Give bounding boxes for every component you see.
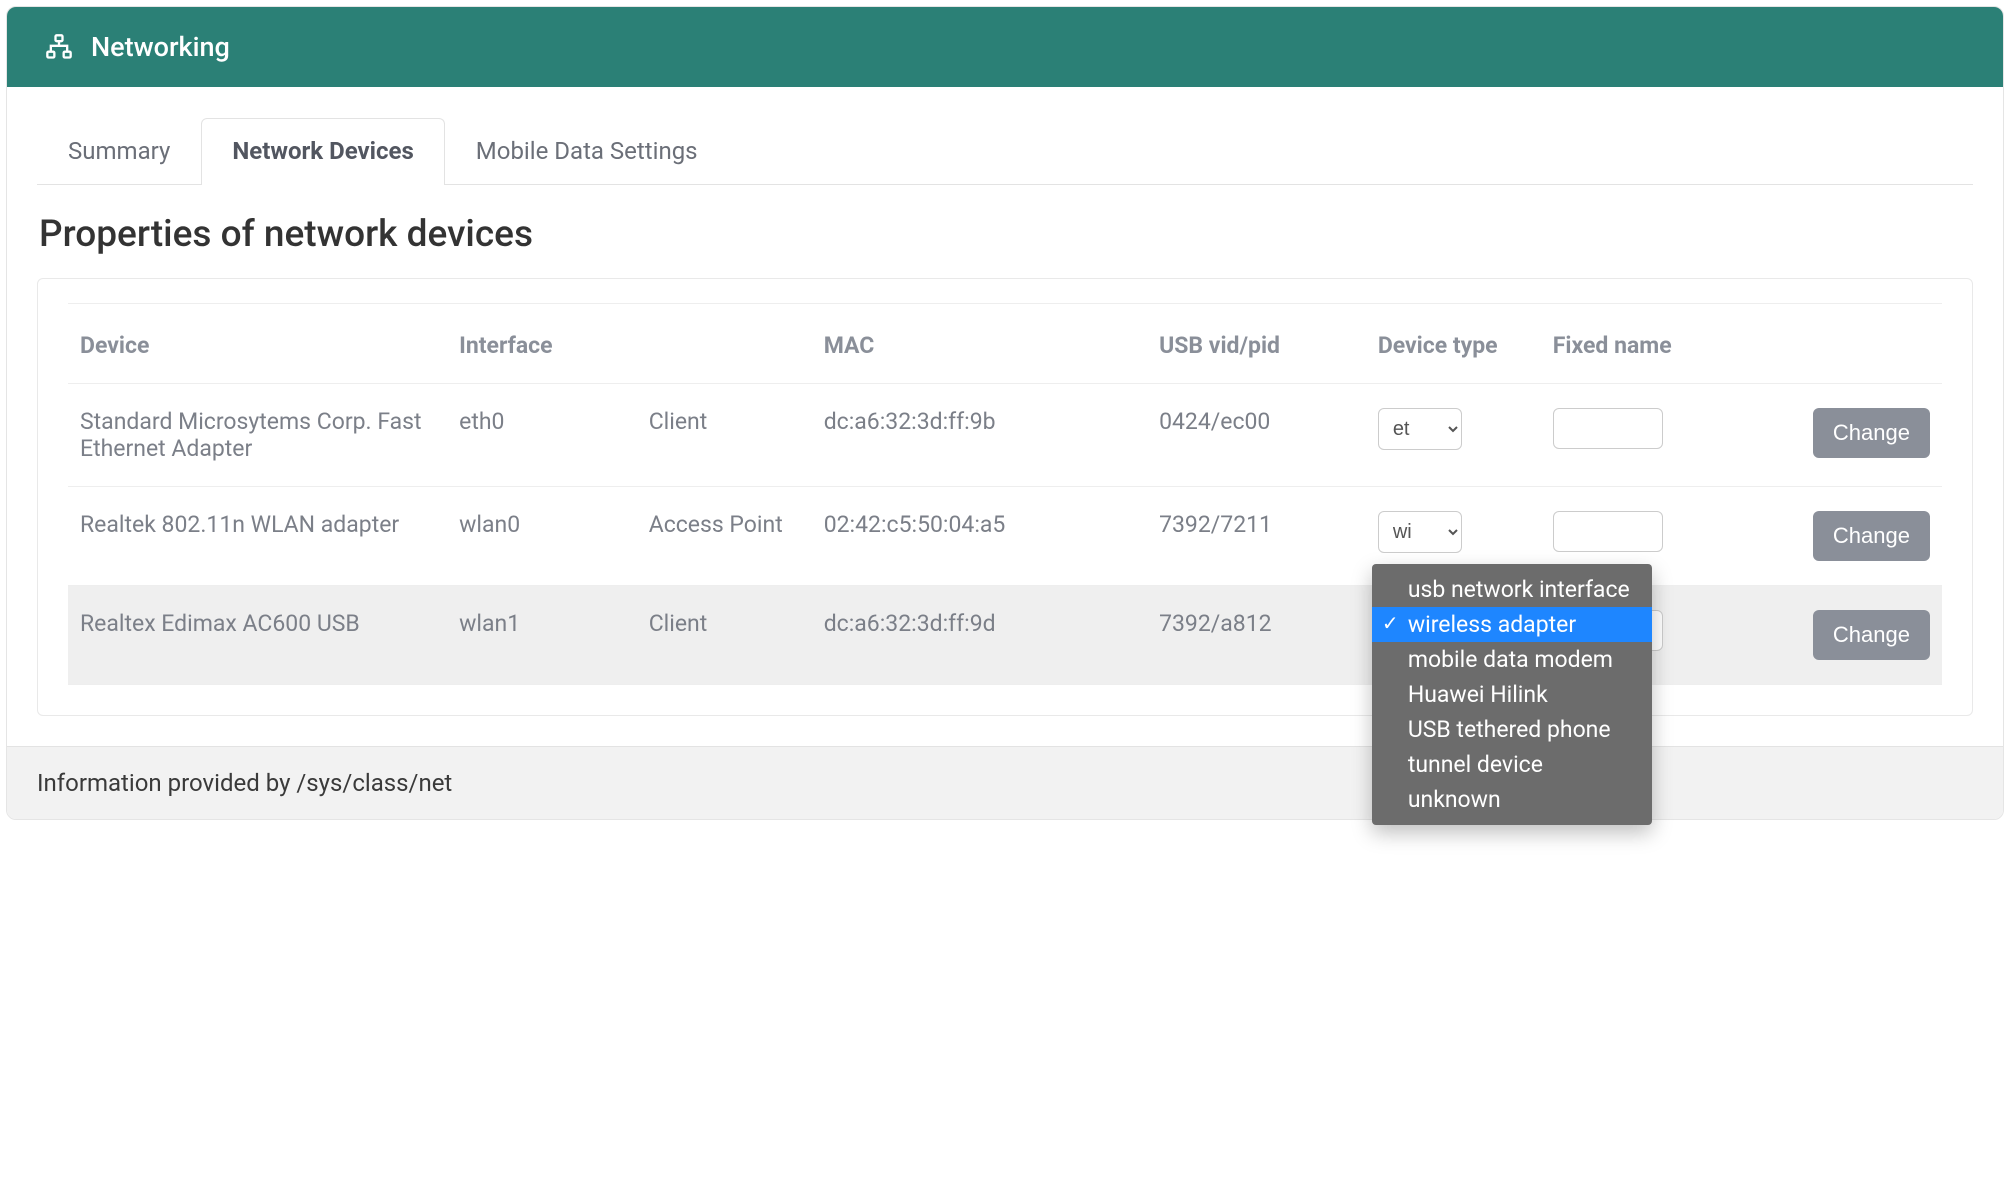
cell-usb: 7392/7211 [1147, 487, 1366, 586]
col-header-device: Device [68, 304, 447, 384]
cell-action: Change [1736, 586, 1942, 685]
cell-mode: Client [637, 586, 812, 685]
cell-mac: dc:a6:32:3d:ff:9b [812, 384, 1147, 487]
col-header-mac: MAC [812, 304, 1147, 384]
section-title: Properties of network devices [39, 213, 1973, 256]
col-header-usb: USB vid/pid [1147, 304, 1366, 384]
cell-name [1541, 384, 1736, 487]
tab-mobile-data-settings[interactable]: Mobile Data Settings [445, 118, 729, 185]
cell-device: Realtek 802.11n WLAN adapter [68, 487, 447, 586]
device-type-dropdown[interactable]: usb network interfacewireless adaptermob… [1372, 564, 1652, 825]
cell-mode: Access Point [637, 487, 812, 586]
page-title: Networking [91, 31, 230, 63]
fixed-name-input[interactable] [1553, 408, 1663, 449]
dropdown-option[interactable]: unknown [1372, 782, 1652, 817]
cell-usb: 7392/a812 [1147, 586, 1366, 685]
dropdown-option[interactable]: wireless adapter [1372, 607, 1652, 642]
col-header-type: Device type [1366, 304, 1541, 384]
dropdown-option[interactable]: mobile data modem [1372, 642, 1652, 677]
cell-type: et [1366, 384, 1541, 487]
tab-network-devices[interactable]: Network Devices [201, 118, 444, 185]
device-type-select[interactable]: et [1378, 408, 1462, 450]
device-type-select[interactable]: wi [1378, 511, 1462, 553]
cell-mac: 02:42:c5:50:04:a5 [812, 487, 1147, 586]
cell-action: Change [1736, 487, 1942, 586]
cell-interface: wlan1 [447, 586, 637, 685]
page-header: Networking [7, 7, 2003, 87]
dropdown-option[interactable]: Huawei Hilink [1372, 677, 1652, 712]
change-button[interactable]: Change [1813, 408, 1930, 458]
devices-table: Device Interface MAC USB vid/pid Device … [68, 303, 1942, 685]
col-header-action [1736, 304, 1942, 384]
table-row: Standard Microsytems Corp. Fast Ethernet… [68, 384, 1942, 487]
dropdown-option[interactable]: USB tethered phone [1372, 712, 1652, 747]
tab-summary[interactable]: Summary [37, 118, 201, 185]
cell-device: Realtex Edimax AC600 USB [68, 586, 447, 685]
col-header-interface: Interface [447, 304, 637, 384]
change-button[interactable]: Change [1813, 511, 1930, 561]
cell-mac: dc:a6:32:3d:ff:9d [812, 586, 1147, 685]
tabs: SummaryNetwork DevicesMobile Data Settin… [37, 117, 1973, 185]
change-button[interactable]: Change [1813, 610, 1930, 660]
devices-panel: Device Interface MAC USB vid/pid Device … [37, 278, 1973, 716]
col-header-mode [637, 304, 812, 384]
network-icon [45, 33, 73, 61]
cell-interface: eth0 [447, 384, 637, 487]
cell-usb: 0424/ec00 [1147, 384, 1366, 487]
fixed-name-input[interactable] [1553, 511, 1663, 552]
dropdown-option[interactable]: usb network interface [1372, 572, 1652, 607]
cell-action: Change [1736, 384, 1942, 487]
cell-mode: Client [637, 384, 812, 487]
cell-device: Standard Microsytems Corp. Fast Ethernet… [68, 384, 447, 487]
col-header-name: Fixed name [1541, 304, 1736, 384]
cell-interface: wlan0 [447, 487, 637, 586]
footer-text: Information provided by /sys/class/net [7, 746, 2003, 819]
dropdown-option[interactable]: tunnel device [1372, 747, 1652, 782]
table-row: Realtek 802.11n WLAN adapterwlan0Access … [68, 487, 1942, 586]
table-row: Realtex Edimax AC600 USBwlan1Clientdc:a6… [68, 586, 1942, 685]
